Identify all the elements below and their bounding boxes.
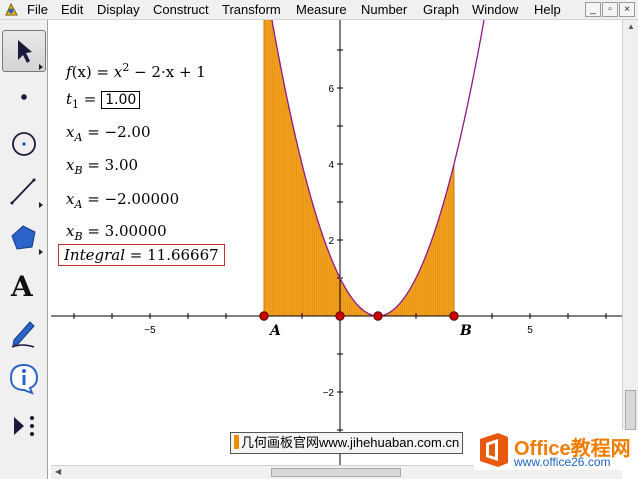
information-icon — [9, 363, 39, 395]
restore-button[interactable]: ▫ — [602, 2, 618, 17]
line-segment-icon — [10, 178, 43, 208]
vertical-scrollbar[interactable]: ▲ — [622, 20, 638, 465]
straightedge-tool[interactable] — [2, 169, 46, 211]
menu-transform[interactable]: Transform — [222, 2, 281, 18]
point-a[interactable] — [259, 311, 269, 321]
axis-point-2[interactable] — [373, 311, 383, 321]
y-tick-label: 6 — [328, 84, 334, 95]
watermark-office26: Office教程网 www.office26.com — [474, 430, 638, 470]
menu-graph[interactable]: Graph — [423, 2, 459, 18]
horizontal-scroll-thumb[interactable] — [271, 468, 401, 477]
close-button[interactable]: × — [619, 2, 635, 17]
point-tool[interactable] — [2, 76, 46, 118]
point-label-a[interactable]: A — [270, 323, 281, 339]
compass-tool[interactable] — [2, 123, 46, 165]
watermark-mark-icon — [234, 435, 239, 449]
parameter-t1-value[interactable]: 1.00 — [101, 91, 141, 109]
marker-tool[interactable] — [2, 310, 46, 352]
point-label-b[interactable]: B — [460, 323, 472, 339]
toolbox: A — [0, 20, 48, 479]
menu-edit[interactable]: Edit — [61, 2, 83, 18]
integral-measurement[interactable]: Integral = 11.66667 — [58, 244, 225, 266]
measurement-xa-1[interactable]: xA = −2.00 — [66, 123, 151, 144]
sketchpad-app-icon[interactable] — [4, 2, 19, 17]
minimize-button[interactable]: _ — [585, 2, 601, 17]
circle-icon — [12, 132, 36, 156]
menu-construct[interactable]: Construct — [153, 2, 209, 18]
scroll-up-icon[interactable]: ▲ — [627, 22, 635, 31]
menu-file[interactable]: File — [27, 2, 48, 18]
text-icon: A — [10, 270, 34, 303]
axis-point-1[interactable] — [335, 311, 345, 321]
scroll-left-icon[interactable]: ◀ — [55, 467, 61, 476]
custom-tool[interactable] — [2, 405, 46, 447]
menu-window[interactable]: Window — [472, 2, 518, 18]
measurement-xb-2[interactable]: xB = 3.00000 — [66, 222, 167, 243]
menu-help[interactable]: Help — [534, 2, 561, 18]
parameter-t1[interactable]: t1 = 1.00 — [66, 90, 141, 111]
menu-measure[interactable]: Measure — [296, 2, 347, 18]
pen-icon — [11, 321, 35, 348]
arrow-select-tool[interactable] — [2, 30, 46, 72]
measurement-xa-2[interactable]: xA = −2.00000 — [66, 190, 179, 211]
menu-display[interactable]: Display — [97, 2, 140, 18]
point-icon — [21, 94, 27, 100]
x-tick-label: 5 — [527, 325, 533, 336]
y-tick-label: 2 — [328, 236, 334, 247]
y-tick-label: −2 — [323, 388, 335, 399]
arrow-icon — [18, 40, 43, 70]
information-tool[interactable] — [2, 357, 46, 399]
measurement-xb-1[interactable]: xB = 3.00 — [66, 156, 138, 177]
custom-tool-icon — [14, 416, 34, 436]
menu-number[interactable]: Number — [361, 2, 407, 18]
y-tick-label: 4 — [328, 160, 334, 171]
polygon-tool[interactable] — [2, 216, 46, 258]
x-tick-label: −5 — [144, 325, 156, 336]
watermark-jihehuaban: 几何画板官网www.jihehuaban.com.cn — [230, 432, 464, 454]
svg-text:A: A — [10, 270, 34, 303]
office-logo-icon — [480, 433, 508, 467]
function-definition[interactable]: f(x) = x2 − 2·x + 1 — [66, 61, 206, 81]
menu-bar: File Edit Display Construct Transform Me… — [0, 0, 638, 20]
vertical-scroll-thumb[interactable] — [625, 390, 636, 430]
text-tool[interactable]: A — [2, 264, 46, 306]
point-b[interactable] — [449, 311, 459, 321]
polygon-icon — [11, 225, 43, 255]
